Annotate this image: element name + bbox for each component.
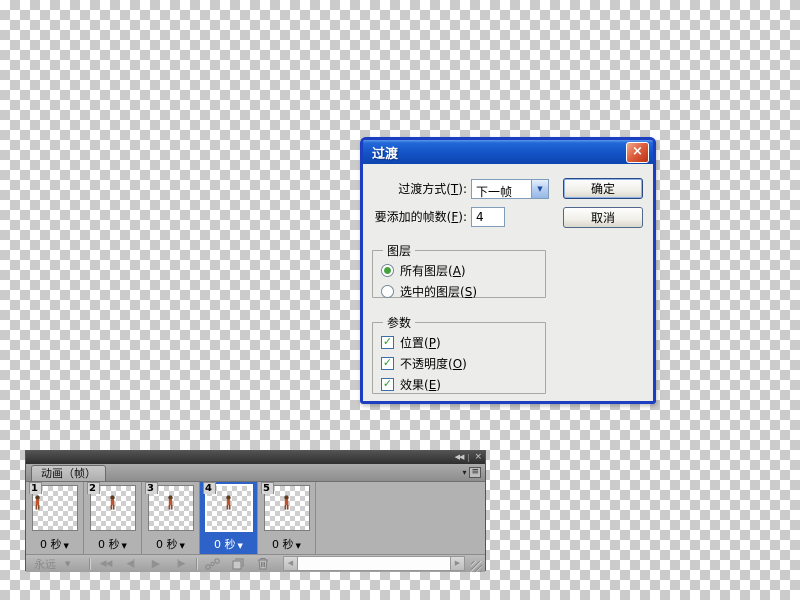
layers-group-title: 图层 bbox=[383, 242, 415, 259]
dialog-titlebar[interactable]: 过渡 × bbox=[363, 140, 653, 164]
play-button[interactable]: ▶ bbox=[143, 557, 168, 570]
person-figure-icon bbox=[108, 495, 117, 510]
dialog-body: 过渡方式(T): 下一帧 ▼ 确定 要添加的帧数(F): 取消 图层 所有图层(… bbox=[363, 164, 653, 401]
tween-mode-label: 过渡方式(T): bbox=[363, 179, 467, 199]
tab-animation-frames[interactable]: 动画（帧） bbox=[31, 465, 106, 481]
frame-thumbnail-3[interactable]: 3 0 秒▼ bbox=[142, 482, 200, 554]
chevron-down-icon[interactable]: ▼ bbox=[531, 180, 548, 198]
chevron-down-icon: ▼ bbox=[238, 542, 243, 550]
toolbar-divider bbox=[196, 558, 197, 570]
chevron-down-icon: ▼ bbox=[296, 542, 301, 550]
loop-count-selector[interactable]: 永远 ▼ bbox=[29, 556, 86, 572]
first-frame-button[interactable]: ◀◀ bbox=[93, 559, 118, 569]
radio-all-layers-label: 所有图层(A) bbox=[400, 262, 466, 279]
frame-delay-selector[interactable]: 0 秒▼ bbox=[26, 537, 83, 554]
delete-frame-button[interactable] bbox=[250, 557, 275, 570]
horizontal-scrollbar[interactable]: ◀ ▶ bbox=[283, 556, 465, 571]
frame-number: 4 bbox=[203, 482, 216, 494]
checkbox-icon[interactable]: ✓ bbox=[381, 336, 394, 349]
frame-delay-selector[interactable]: 0 秒▼ bbox=[258, 537, 315, 554]
chevron-down-icon: ▾ bbox=[462, 468, 466, 477]
panel-menu-button[interactable]: ▾ ≡ bbox=[462, 467, 481, 478]
animation-panel: ◀◀ × 动画（帧） ▾ ≡ 1 0 秒▼ 2 0 秒▼ 3 bbox=[25, 450, 486, 571]
frame-delay-selector[interactable]: 0 秒▼ bbox=[142, 537, 199, 554]
checkbox-icon[interactable]: ✓ bbox=[381, 357, 394, 370]
chevron-down-icon: ▼ bbox=[65, 560, 70, 568]
checkbox-effects-label: 效果(E) bbox=[400, 376, 441, 393]
tween-mode-select[interactable]: 下一帧 ▼ bbox=[471, 179, 549, 199]
panel-header[interactable]: ◀◀ × bbox=[26, 451, 485, 464]
person-figure-icon bbox=[166, 495, 175, 510]
checkbox-position-label: 位置(P) bbox=[400, 334, 441, 351]
chevron-down-icon: ▼ bbox=[122, 542, 127, 550]
close-panel-icon[interactable]: × bbox=[474, 451, 481, 464]
parameters-group: 参数 ✓ 位置(P) ✓ 不透明度(O) ✓ 效果(E) bbox=[372, 314, 546, 394]
header-divider bbox=[468, 454, 469, 462]
person-figure-icon bbox=[33, 495, 42, 510]
checkbox-icon[interactable]: ✓ bbox=[381, 378, 394, 391]
parameters-group-title: 参数 bbox=[383, 314, 415, 331]
tween-button[interactable] bbox=[200, 558, 225, 570]
frame-thumbnail-4-selected[interactable]: 4 0 秒▼ bbox=[200, 482, 258, 554]
frame-number: 2 bbox=[87, 482, 100, 494]
radio-selected-layers-label: 选中的图层(S) bbox=[400, 283, 477, 300]
checkbox-position[interactable]: ✓ 位置(P) bbox=[381, 332, 545, 353]
radio-icon[interactable] bbox=[381, 285, 394, 298]
next-frame-button[interactable]: |▶ bbox=[168, 559, 193, 569]
frame-number: 3 bbox=[145, 482, 158, 494]
frame-thumbnail-5[interactable]: 5 0 秒▼ bbox=[258, 482, 316, 554]
frame-thumbnail-2[interactable]: 2 0 秒▼ bbox=[84, 482, 142, 554]
chevron-down-icon: ▼ bbox=[64, 542, 69, 550]
radio-all-layers[interactable]: 所有图层(A) bbox=[381, 260, 545, 281]
loop-count-label: 永远 bbox=[34, 556, 56, 572]
layers-group: 图层 所有图层(A) 选中的图层(S) bbox=[372, 242, 546, 298]
scrollbar-track[interactable] bbox=[298, 556, 450, 571]
checkbox-opacity[interactable]: ✓ 不透明度(O) bbox=[381, 353, 545, 374]
frame-number: 1 bbox=[29, 482, 42, 494]
frames-to-add-input[interactable] bbox=[471, 207, 505, 227]
dialog-title: 过渡 bbox=[372, 143, 398, 162]
panel-toolbar: 永远 ▼ ◀◀ ◀| ▶ |▶ ◀ ▶ bbox=[26, 555, 485, 572]
frame-delay-selector[interactable]: 0 秒▼ bbox=[84, 537, 141, 554]
chevron-down-icon: ▼ bbox=[180, 542, 185, 550]
frames-strip: 1 0 秒▼ 2 0 秒▼ 3 0 秒▼ 4 bbox=[26, 482, 485, 555]
frame-delay-selector[interactable]: 0 秒▼ bbox=[200, 537, 257, 554]
close-icon[interactable]: × bbox=[626, 142, 649, 163]
checkbox-opacity-label: 不透明度(O) bbox=[400, 355, 467, 372]
resize-grip[interactable] bbox=[471, 561, 482, 572]
person-figure-icon bbox=[224, 495, 233, 510]
scroll-left-icon[interactable]: ◀ bbox=[283, 556, 298, 571]
toolbar-divider bbox=[89, 558, 90, 570]
frame-thumbnail-1[interactable]: 1 0 秒▼ bbox=[26, 482, 84, 554]
collapse-panel-icon[interactable]: ◀◀ bbox=[455, 451, 464, 464]
cancel-button[interactable]: 取消 bbox=[563, 207, 643, 228]
tween-dialog: 过渡 × 过渡方式(T): 下一帧 ▼ 确定 要添加的帧数(F): 取消 图层 … bbox=[360, 137, 656, 404]
ok-button[interactable]: 确定 bbox=[563, 178, 643, 199]
tween-mode-value: 下一帧 bbox=[472, 180, 531, 198]
radio-icon[interactable] bbox=[381, 264, 394, 277]
previous-frame-button[interactable]: ◀| bbox=[118, 559, 143, 569]
person-figure-icon bbox=[282, 495, 291, 510]
menu-lines-icon: ≡ bbox=[469, 467, 481, 478]
frames-to-add-label: 要添加的帧数(F): bbox=[363, 207, 467, 227]
panel-tab-bar: 动画（帧） ▾ ≡ bbox=[26, 464, 485, 482]
new-frame-button[interactable] bbox=[225, 558, 250, 570]
radio-selected-layers[interactable]: 选中的图层(S) bbox=[381, 281, 545, 302]
frame-number: 5 bbox=[261, 482, 274, 494]
scroll-right-icon[interactable]: ▶ bbox=[450, 556, 465, 571]
checkbox-effects[interactable]: ✓ 效果(E) bbox=[381, 374, 545, 395]
